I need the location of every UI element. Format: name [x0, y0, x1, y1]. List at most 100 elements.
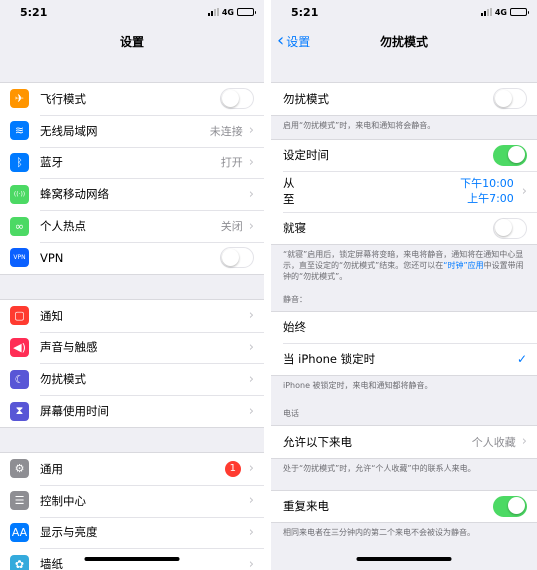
network-type: 4G: [494, 7, 507, 17]
bedtime-note: “就寝”启用后，锁定屏幕将变暗，来电将静音，通知将在通知中心显示，直至设定的“勿…: [283, 250, 524, 281]
schedule-time-row[interactable]: 从 至 下午10:00 上午7:00 ›: [271, 171, 537, 212]
home-indicator[interactable]: [84, 557, 180, 561]
chevron-right-icon: ›: [248, 556, 254, 570]
screen-divider: [264, 0, 271, 570]
vpn-icon: VPN: [10, 248, 29, 268]
chevron-right-icon: ›: [248, 218, 254, 234]
home-indicator[interactable]: [356, 557, 452, 561]
repeat-calls-note: 相同来电者在三分钟内的第二个来电不会被设为静音。: [283, 528, 475, 538]
dnd-screen: 5:21 4G ‹ 设置 勿扰模式 勿扰模式 启用“勿扰模式”时，来电和通知将会…: [271, 0, 537, 570]
chevron-right-icon: ›: [248, 339, 254, 355]
settings-row-moon[interactable]: ☾ 勿扰模式 ›: [0, 363, 264, 395]
status-time: 5:21: [20, 5, 48, 19]
bluetooth-icon: ᛒ: [10, 152, 29, 172]
chevron-right-icon: ›: [248, 403, 254, 419]
repeat-calls-label: 重复来电: [283, 499, 329, 514]
silence-always-option[interactable]: 始终: [271, 312, 537, 344]
settings-row-value: 关闭: [220, 220, 243, 234]
settings-row-vpn[interactable]: VPN VPN: [0, 241, 264, 274]
back-button[interactable]: ‹ 设置: [277, 24, 310, 58]
schedule-toggle[interactable]: [493, 144, 527, 166]
status-bar: 5:21 4G: [0, 0, 264, 24]
chevron-right-icon: ›: [248, 308, 254, 324]
battery-icon: [510, 8, 529, 16]
settings-row-bluetooth[interactable]: ᛒ 蓝牙 打开 ›: [0, 146, 264, 179]
silence-header: 静音：: [283, 294, 307, 304]
status-time: 5:21: [291, 5, 319, 19]
update-badge: 1: [224, 460, 241, 477]
phone-header: 电话: [283, 408, 299, 418]
chevron-right-icon: ›: [248, 371, 254, 387]
repeat-calls-toggle[interactable]: [493, 495, 527, 517]
allow-calls-row[interactable]: 允许以下来电 个人收藏 ›: [271, 426, 537, 458]
checkmark-icon: ✓: [516, 352, 527, 367]
chevron-right-icon: ›: [248, 493, 254, 509]
vpn-toggle[interactable]: [220, 247, 254, 269]
settings-row-label: 屏幕使用时间: [40, 404, 109, 419]
cellular-icon: ((·)): [10, 184, 29, 204]
status-bar: 5:21 4G: [271, 0, 537, 24]
nav-bar: 设置: [0, 24, 264, 58]
to-label: 至: [283, 191, 295, 206]
notifications-icon: ▢: [10, 306, 29, 326]
dnd-note: 启用“勿扰模式”时，来电和通知将会静音。: [283, 120, 436, 130]
chevron-right-icon: ›: [521, 434, 527, 450]
settings-row-sound[interactable]: ◀) 声音与触感 ›: [0, 331, 264, 364]
settings-row-label: 控制中心: [40, 493, 86, 508]
settings-row-label: 蜂窝移动网络: [40, 187, 109, 202]
settings-row-screen-time[interactable]: ⧗ 屏幕使用时间 ›: [0, 395, 264, 427]
settings-row-airplane[interactable]: ✈ 飞行模式: [0, 83, 264, 115]
gear-icon: ⚙: [10, 459, 29, 479]
bedtime-label: 就寝: [283, 221, 306, 236]
signal-icon: [480, 8, 492, 16]
chevron-right-icon: ›: [248, 154, 254, 170]
settings-row-value: 未连接: [209, 124, 243, 138]
wallpaper-icon: ✿: [10, 554, 29, 570]
settings-row-control-center[interactable]: ☰ 控制中心 ›: [0, 484, 264, 517]
dnd-toggle[interactable]: [493, 88, 527, 110]
settings-row-cellular[interactable]: ((·)) 蜂窝移动网络 ›: [0, 178, 264, 210]
silence-note: iPhone 被锁定时，来电和通知都将静音。: [283, 381, 433, 391]
allow-calls-note: 处于“勿扰模式”时，允许“个人收藏”中的联系人来电。: [283, 463, 476, 473]
signal-icon: [207, 8, 219, 16]
moon-icon: ☾: [10, 369, 29, 389]
page-title: 设置: [119, 34, 144, 49]
settings-row-wifi[interactable]: ≋ 无线局域网 未连接 ›: [0, 114, 264, 147]
settings-row-gear[interactable]: ⚙ 通用 1 ›: [0, 453, 264, 485]
settings-row-label: 蓝牙: [40, 155, 63, 170]
schedule-row: 设定时间: [271, 140, 537, 172]
control-center-icon: ☰: [10, 491, 29, 511]
chevron-right-icon: ›: [248, 186, 254, 202]
silence-locked-label: 当 iPhone 锁定时: [283, 352, 376, 367]
settings-row-label: 通用: [40, 461, 63, 476]
settings-row-label: 显示与亮度: [40, 525, 98, 540]
silence-locked-option[interactable]: 当 iPhone 锁定时 ✓: [271, 343, 537, 375]
settings-row-value: 打开: [220, 156, 243, 170]
settings-row-label: 通知: [40, 308, 63, 323]
to-time: 上午7:00: [467, 191, 514, 205]
allow-calls-value: 个人收藏: [471, 435, 516, 449]
dnd-label: 勿扰模式: [283, 91, 329, 106]
back-label: 设置: [286, 34, 311, 49]
silence-always-label: 始终: [283, 320, 306, 335]
settings-row-notifications[interactable]: ▢ 通知 ›: [0, 300, 264, 332]
network-type: 4G: [221, 7, 234, 17]
chevron-right-icon: ›: [248, 123, 254, 139]
chevron-left-icon: ‹: [277, 30, 285, 51]
settings-row-label: 个人热点: [40, 219, 86, 234]
settings-screen: 5:21 4G 设置 ✈ 飞行模式 ≋ 无线局域网 未连接 › ᛒ 蓝牙 打开 › ((·)) 蜂窝移…: [0, 0, 264, 570]
clock-app-link[interactable]: “时钟”应用: [443, 261, 483, 270]
chevron-right-icon: ›: [248, 524, 254, 540]
screen-time-icon: ⧗: [10, 401, 29, 421]
settings-row-display[interactable]: AA 显示与亮度 ›: [0, 516, 264, 549]
nav-bar: ‹ 设置 勿扰模式: [271, 24, 537, 58]
airplane-toggle[interactable]: [220, 88, 254, 110]
hotspot-icon: ∞: [10, 216, 29, 236]
page-title: 勿扰模式: [379, 34, 428, 49]
settings-list: ✈ 飞行模式 ≋ 无线局域网 未连接 › ᛒ 蓝牙 打开 › ((·)) 蜂窝移动网络 › ∞ 个人热点 关闭…: [0, 82, 264, 570]
allow-calls-label: 允许以下来电: [283, 434, 352, 449]
repeat-calls-row: 重复来电: [271, 491, 537, 523]
settings-row-hotspot[interactable]: ∞ 个人热点 关闭 ›: [0, 210, 264, 242]
airplane-icon: ✈: [10, 89, 29, 109]
bedtime-toggle[interactable]: [493, 217, 527, 239]
